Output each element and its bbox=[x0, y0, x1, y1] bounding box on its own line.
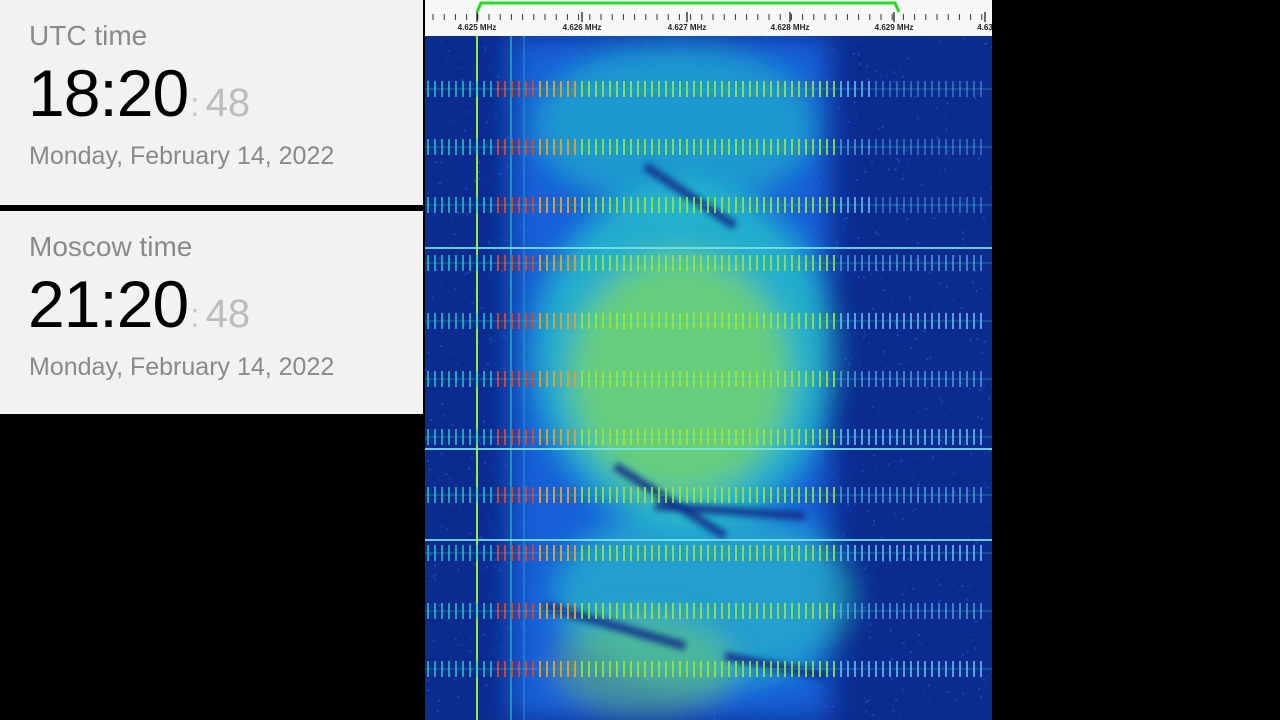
utc-time-label: UTC time bbox=[29, 20, 148, 51]
frequency-ruler[interactable]: 4.625 MHz 4.626 MHz 4.627 MHz 4.628 MHz 4.62… bbox=[425, 0, 992, 36]
utc-time-display: 18:20: 48 bbox=[28, 60, 250, 126]
utc-date: Monday, February 14, 2022 bbox=[29, 142, 335, 170]
frequency-label: 4.629 MHz bbox=[875, 23, 914, 32]
moscow-clock-panel: Moscow time 21:20: 48 Monday, February 14… bbox=[0, 211, 423, 414]
frequency-label: 4.628 MHz bbox=[771, 23, 810, 32]
frequency-label: 4.625 MHz bbox=[458, 23, 497, 32]
frequency-label: 4.626 MHz bbox=[563, 23, 602, 32]
frequency-label: 4.627 MHz bbox=[668, 23, 707, 32]
utc-seconds: 48 bbox=[205, 81, 251, 125]
moscow-hours-minutes: 21:20 bbox=[28, 267, 189, 341]
utc-hours-minutes: 18:20 bbox=[28, 56, 189, 130]
moscow-date: Monday, February 14, 2022 bbox=[29, 353, 335, 381]
moscow-time-label: Moscow time bbox=[29, 231, 193, 262]
moscow-time-display: 21:20: 48 bbox=[28, 271, 250, 337]
frequency-label: 4.63 bbox=[977, 23, 992, 32]
utc-clock-panel: UTC time 18:20: 48 Monday, February 14, 2… bbox=[0, 0, 423, 205]
waterfall-display[interactable] bbox=[425, 36, 992, 720]
sdr-spectrum-view[interactable]: 4.625 MHz 4.626 MHz 4.627 MHz 4.628 MHz 4.62… bbox=[425, 0, 992, 720]
moscow-seconds: 48 bbox=[205, 292, 251, 336]
moscow-seconds-colon: : bbox=[190, 297, 200, 335]
utc-seconds-colon: : bbox=[190, 86, 200, 124]
